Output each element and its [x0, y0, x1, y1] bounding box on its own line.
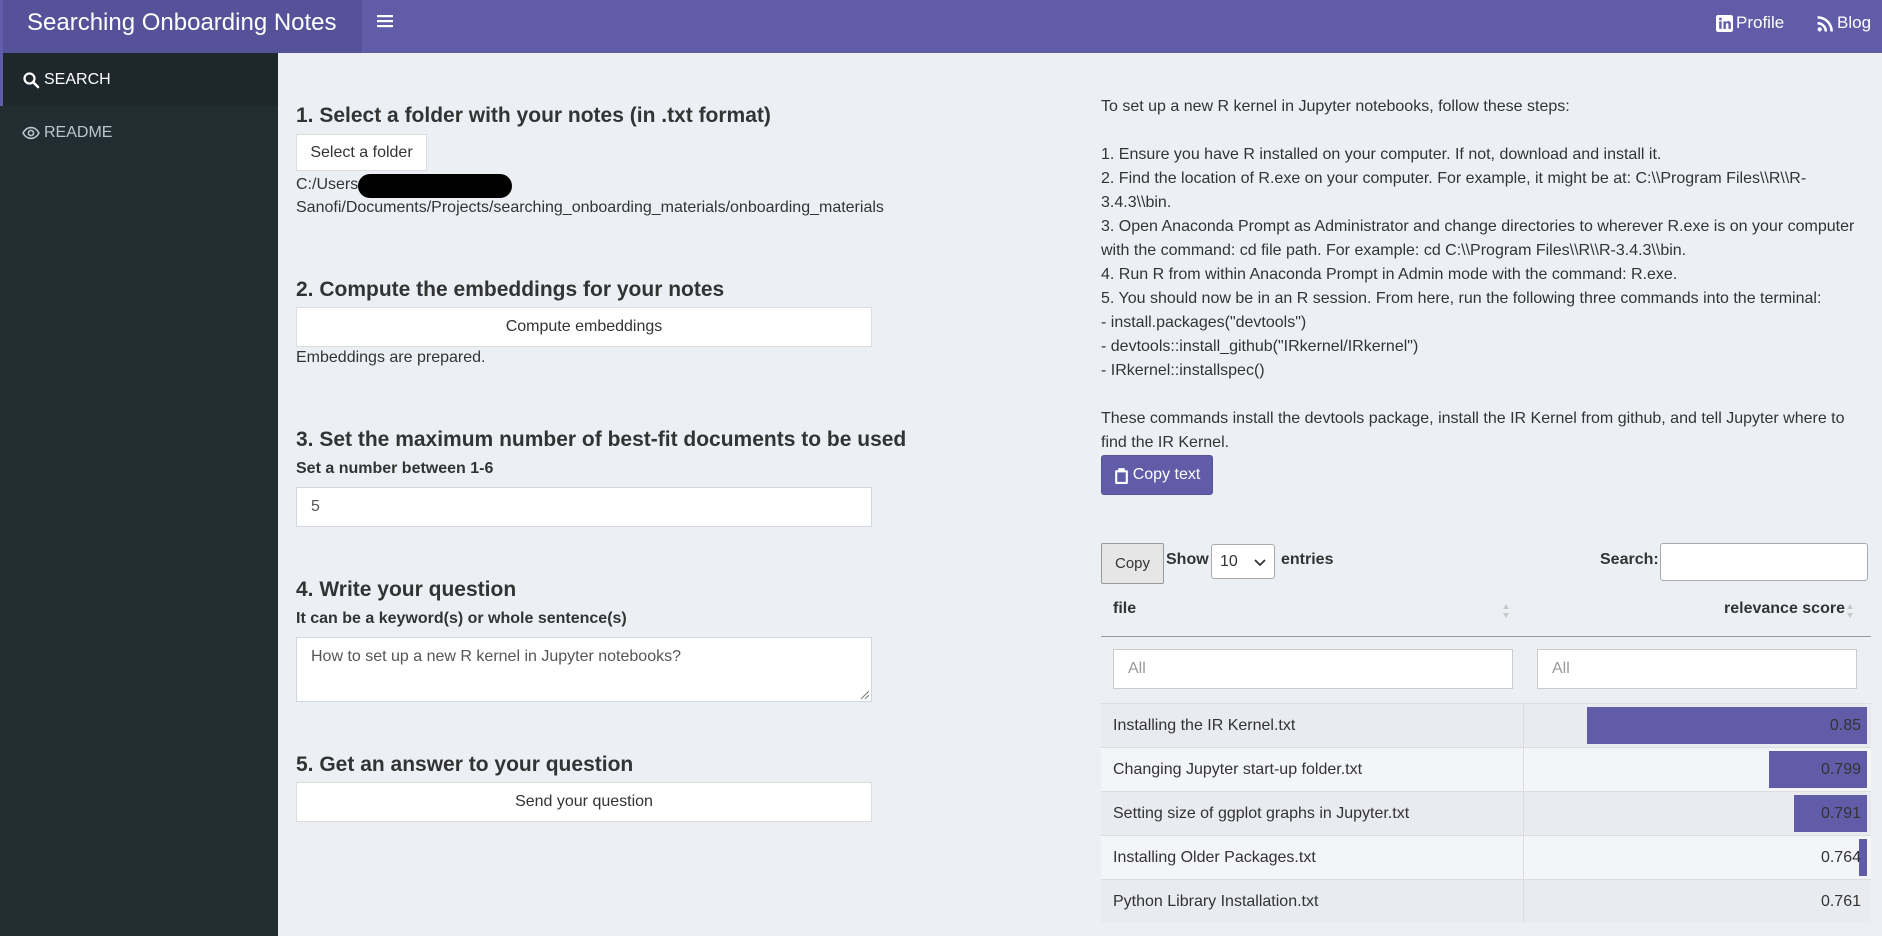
- clipboard-icon: [1114, 467, 1128, 484]
- sort-icon[interactable]: [1846, 603, 1854, 619]
- search-icon: [23, 71, 40, 88]
- question-text: How to set up a new R kernel in Jupyter …: [311, 648, 681, 665]
- redaction-mark: [358, 174, 512, 198]
- score-value: 0.761: [1820, 893, 1861, 910]
- compute-embeddings-button[interactable]: Compute embeddings: [296, 307, 872, 347]
- step1-heading: 1. Select a folder with your notes (in .…: [296, 104, 771, 127]
- embeddings-status: Embeddings are prepared.: [296, 349, 486, 366]
- table-row[interactable]: Setting size of ggplot graphs in Jupyter…: [1101, 791, 1871, 835]
- step3-heading: 3. Set the maximum number of best-fit do…: [296, 428, 907, 451]
- score-cell: 0.791: [1524, 792, 1871, 835]
- answer-step: 3. Open Anaconda Prompt as Administrator…: [1101, 218, 1855, 259]
- score-cell: 0.85: [1524, 704, 1871, 747]
- column-header-file[interactable]: file: [1113, 600, 1136, 618]
- answer-step: - devtools::install_github("IRkernel/IRk…: [1101, 338, 1419, 355]
- resize-handle-icon[interactable]: [859, 689, 869, 699]
- max-docs-label: Set a number between 1-6: [296, 460, 494, 477]
- folder-path-line1: C:/Users/: [296, 176, 363, 193]
- step4-heading: 4. Write your question: [296, 578, 517, 601]
- page-size-select[interactable]: 10: [1211, 544, 1275, 579]
- table-copy-button[interactable]: Copy: [1101, 543, 1164, 584]
- file-filter-input[interactable]: All: [1113, 649, 1513, 689]
- app-title: Searching Onboarding Notes: [3, 0, 362, 53]
- sidebar: SEARCH README: [0, 53, 278, 936]
- blog-label: Blog: [1837, 13, 1872, 32]
- answer-text: To set up a new R kernel in Jupyter note…: [1101, 95, 1871, 455]
- table-row[interactable]: Changing Jupyter start-up folder.txt 0.7…: [1101, 747, 1871, 791]
- question-label: It can be a keyword(s) or whole sentence…: [296, 610, 627, 627]
- profile-link[interactable]: Profile: [1716, 13, 1784, 33]
- sidebar-item-readme[interactable]: README: [0, 106, 278, 159]
- max-docs-input[interactable]: [296, 487, 872, 527]
- score-value: 0.799: [1820, 761, 1861, 778]
- rss-icon: [1817, 15, 1833, 31]
- sidebar-item-label: SEARCH: [44, 70, 111, 88]
- answer-step: 5. You should now be in an R session. Fr…: [1101, 290, 1822, 307]
- folder-path-line2: Sanofi/Documents/Projects/searching_onbo…: [296, 199, 884, 216]
- step5-heading: 5. Get an answer to your question: [296, 753, 634, 776]
- entries-label: entries: [1281, 551, 1334, 568]
- table-row[interactable]: Installing Older Packages.txt 0.764: [1101, 835, 1871, 879]
- copy-text-button[interactable]: Copy text: [1101, 455, 1213, 495]
- answer-step: 1. Ensure you have R installed on your c…: [1101, 146, 1662, 163]
- answer-step: - IRkernel::installspec(): [1101, 362, 1265, 379]
- score-cell: 0.799: [1524, 748, 1871, 791]
- header-divider: [1101, 636, 1871, 637]
- answer-intro: To set up a new R kernel in Jupyter note…: [1101, 98, 1570, 115]
- score-value: 0.764: [1820, 849, 1861, 866]
- question-textarea[interactable]: How to set up a new R kernel in Jupyter …: [296, 637, 872, 702]
- score-filter-input[interactable]: All: [1537, 649, 1857, 689]
- column-header-relevance-score[interactable]: relevance score: [1724, 600, 1845, 618]
- sort-icon[interactable]: [1502, 603, 1510, 619]
- page-size-value: 10: [1220, 553, 1238, 570]
- sidebar-toggle-icon[interactable]: [376, 12, 398, 34]
- results-table: Installing the IR Kernel.txt 0.85 Changi…: [1101, 703, 1871, 923]
- score-cell: 0.761: [1524, 880, 1871, 923]
- table-row[interactable]: Installing the IR Kernel.txt 0.85: [1101, 703, 1871, 747]
- profile-label: Profile: [1736, 13, 1785, 32]
- answer-step: - install.packages("devtools"): [1101, 314, 1307, 331]
- answer-step: 4. Run R from within Anaconda Prompt in …: [1101, 266, 1678, 283]
- copy-text-label: Copy text: [1132, 466, 1201, 483]
- answer-outro: These commands install the devtools pack…: [1101, 410, 1845, 451]
- chevron-down-icon: [1254, 559, 1266, 567]
- search-label: Search:: [1600, 551, 1659, 568]
- top-navbar: Searching Onboarding Notes Profile Blog: [0, 0, 1882, 53]
- file-cell: Changing Jupyter start-up folder.txt: [1101, 748, 1524, 791]
- eye-icon: [22, 126, 40, 139]
- blog-link[interactable]: Blog: [1817, 13, 1871, 33]
- score-cell: 0.764: [1524, 836, 1871, 879]
- send-question-button[interactable]: Send your question: [296, 782, 872, 822]
- answer-step: 2. Find the location of R.exe on your co…: [1101, 170, 1807, 211]
- table-row[interactable]: Python Library Installation.txt 0.761: [1101, 879, 1871, 923]
- linkedin-icon: [1716, 14, 1733, 32]
- score-value: 0.85: [1829, 717, 1861, 734]
- select-folder-button[interactable]: Select a folder: [296, 134, 427, 171]
- sidebar-item-search[interactable]: SEARCH: [0, 53, 278, 106]
- score-bar: [1587, 707, 1867, 744]
- file-cell: Python Library Installation.txt: [1101, 880, 1524, 923]
- step2-heading: 2. Compute the embeddings for your notes: [296, 278, 725, 301]
- file-cell: Installing Older Packages.txt: [1101, 836, 1524, 879]
- sidebar-item-label: README: [44, 123, 113, 141]
- show-label: Show: [1166, 551, 1209, 568]
- table-search-input[interactable]: [1660, 543, 1868, 581]
- file-cell: Installing the IR Kernel.txt: [1101, 704, 1524, 747]
- score-value: 0.791: [1820, 805, 1861, 822]
- file-cell: Setting size of ggplot graphs in Jupyter…: [1101, 792, 1524, 835]
